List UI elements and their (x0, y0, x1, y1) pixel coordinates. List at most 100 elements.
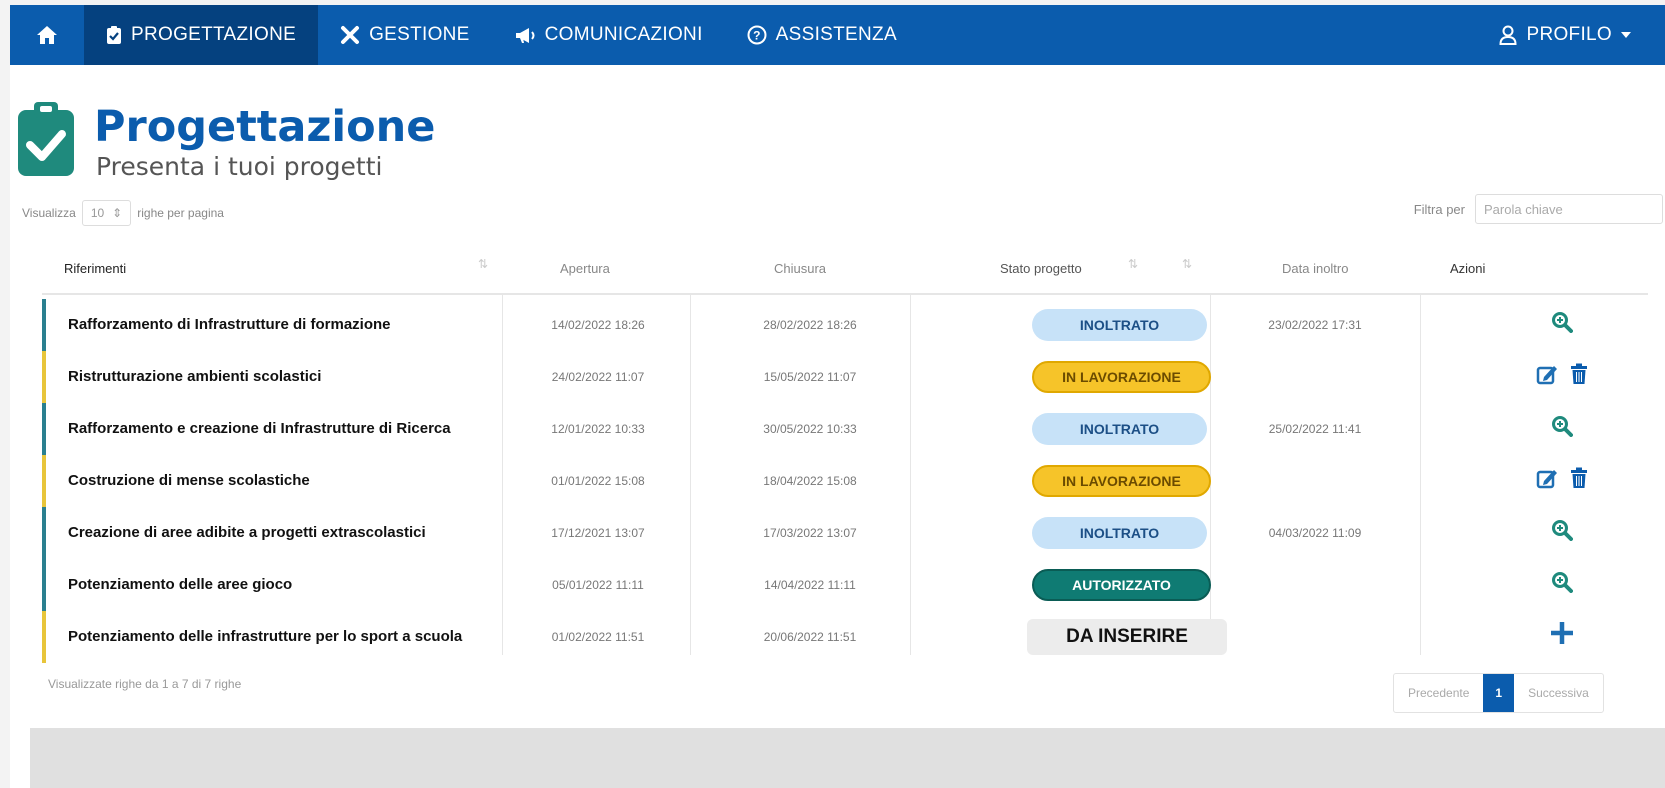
view-button[interactable] (1551, 415, 1573, 441)
closing-date: 18/04/2022 15:08 (763, 474, 857, 488)
opening-date: 01/01/2022 15:08 (551, 474, 645, 488)
status-badge: INOLTRATO (1032, 413, 1207, 445)
pagination: Precedente 1 Successiva (1393, 673, 1604, 713)
sort-icon[interactable]: ⇅ (1182, 257, 1192, 271)
trash-icon (1571, 363, 1587, 384)
nav-tab-label: ASSISTENZA (775, 24, 897, 45)
edit-icon (1536, 470, 1557, 489)
nav-tab-progettazione[interactable]: PROGETTAZIONE (84, 5, 319, 65)
row-actions (1522, 311, 1602, 337)
col-header-apertura[interactable]: Apertura (560, 261, 610, 276)
bottom-bar (30, 728, 1665, 788)
table-row: Potenziamento delle infrastrutture per l… (42, 611, 1648, 663)
search-icon (1552, 312, 1573, 333)
page-size-select[interactable]: 10 ⇕ (81, 200, 132, 226)
project-name: Creazione di aree adibite a progetti ext… (68, 524, 426, 541)
closing-date: 28/02/2022 18:26 (763, 318, 857, 332)
nav-tab-label: GESTIONE (369, 24, 470, 45)
megaphone-icon (515, 28, 535, 43)
search-icon (1552, 520, 1573, 541)
table-header: Riferimenti ⇅ Apertura Chiusura Stato pr… (42, 245, 1648, 295)
view-button[interactable] (1551, 311, 1573, 337)
profile-label: PROFILO (1526, 24, 1612, 45)
plus-icon (1551, 622, 1573, 644)
row-status-stripe (42, 455, 46, 507)
opening-date: 01/02/2022 11:51 (551, 630, 645, 644)
opening-date: 17/12/2021 13:07 (551, 526, 645, 540)
opening-date: 05/01/2022 11:11 (552, 578, 644, 592)
project-name: Potenziamento delle infrastrutture per l… (68, 628, 463, 645)
row-status-stripe (42, 507, 46, 559)
rows-per-page-label: righe per pagina (137, 206, 224, 220)
tools-icon (341, 26, 360, 44)
projects-table: Riferimenti ⇅ Apertura Chiusura Stato pr… (42, 245, 1648, 663)
row-actions (1522, 519, 1602, 545)
project-name: Rafforzamento e creazione di Infrastrutt… (68, 420, 451, 437)
status-badge: INOLTRATO (1032, 309, 1207, 341)
search-icon (1552, 416, 1573, 437)
nav-tab-gestione[interactable]: GESTIONE (318, 5, 492, 65)
table-row: Costruzione di mense scolastiche 01/01/20… (42, 455, 1648, 507)
edit-button[interactable] (1536, 467, 1558, 493)
table-row: Rafforzamento di Infrastrutture di forma… (42, 299, 1648, 351)
sort-icon[interactable]: ⇅ (1128, 257, 1138, 271)
page-1-button[interactable]: 1 (1483, 674, 1515, 712)
filter-label: Filtra per (1413, 201, 1465, 217)
caret-down-icon (1621, 32, 1631, 38)
col-header-chiusura[interactable]: Chiusura (774, 261, 826, 276)
status-badge: AUTORIZZATO (1032, 569, 1211, 601)
view-button[interactable] (1551, 571, 1573, 597)
search-icon (1552, 572, 1573, 593)
closing-date: 30/05/2022 10:33 (763, 422, 857, 436)
row-actions (1522, 363, 1602, 389)
table-row: Rafforzamento e creazione di Infrastrutt… (42, 403, 1648, 455)
help-circle-icon: ? (747, 25, 767, 45)
top-navbar: PROGETTAZIONE GESTIONE COMUNICAZIONI ? A… (10, 5, 1665, 65)
col-header-azioni: Azioni (1450, 261, 1486, 276)
add-button[interactable] (1548, 619, 1576, 651)
edit-button[interactable] (1536, 363, 1558, 389)
opening-date: 14/02/2022 18:26 (551, 318, 645, 332)
row-status-stripe (42, 611, 46, 663)
project-name: Costruzione di mense scolastiche (68, 472, 310, 489)
page-size-control: Visualizza 10 ⇕ righe per pagina (22, 200, 224, 226)
submission-date: 04/03/2022 11:09 (1268, 526, 1362, 540)
delete-button[interactable] (1570, 467, 1588, 493)
nav-tab-assistenza[interactable]: ? ASSISTENZA (725, 5, 919, 65)
svg-text:?: ? (753, 29, 761, 43)
row-status-stripe (42, 299, 46, 351)
table-summary: Visualizzate righe da 1 a 7 di 7 righe (48, 677, 242, 691)
page-header: Progettazione Presenta i tuoi progetti (16, 100, 435, 182)
sort-icon[interactable]: ⇅ (478, 257, 488, 271)
home-button[interactable] (10, 5, 84, 65)
opening-date: 24/02/2022 11:07 (551, 370, 645, 384)
filter-control: Filtra per (1414, 194, 1663, 224)
main-content: Progettazione Presenta i tuoi progetti V… (10, 65, 1665, 788)
col-header-stato[interactable]: Stato progetto (1000, 261, 1082, 276)
filter-input[interactable] (1475, 194, 1663, 224)
status-badge: IN LAVORAZIONE (1032, 361, 1211, 393)
clipboard-check-icon (107, 26, 121, 44)
status-badge: INOLTRATO (1032, 517, 1207, 549)
nav-tab-comunicazioni[interactable]: COMUNICAZIONI (492, 5, 725, 65)
view-button[interactable] (1551, 519, 1573, 545)
next-page-button[interactable]: Successiva (1514, 674, 1603, 712)
row-actions (1522, 415, 1602, 441)
page-size-value: 10 (90, 206, 105, 220)
row-status-stripe (42, 403, 46, 455)
project-name: Ristrutturazione ambienti scolastici (68, 368, 322, 385)
nav-tab-label: PROGETTAZIONE (131, 24, 297, 45)
profile-menu[interactable]: PROFILO (1477, 5, 1665, 65)
closing-date: 15/05/2022 11:07 (763, 370, 857, 384)
delete-button[interactable] (1570, 363, 1588, 389)
status-badge: DA INSERIRE (1027, 619, 1227, 655)
project-name: Rafforzamento di Infrastrutture di forma… (68, 316, 391, 333)
nav-tab-label: COMUNICAZIONI (544, 24, 703, 45)
prev-page-button[interactable]: Precedente (1394, 674, 1483, 712)
col-header-riferimenti[interactable]: Riferimenti (64, 261, 126, 276)
row-actions (1522, 619, 1602, 651)
status-badge: IN LAVORAZIONE (1032, 465, 1211, 497)
closing-date: 17/03/2022 13:07 (763, 526, 857, 540)
col-header-data-inoltro[interactable]: Data inoltro (1282, 261, 1348, 276)
page-subtitle: Presenta i tuoi progetti (96, 152, 383, 181)
